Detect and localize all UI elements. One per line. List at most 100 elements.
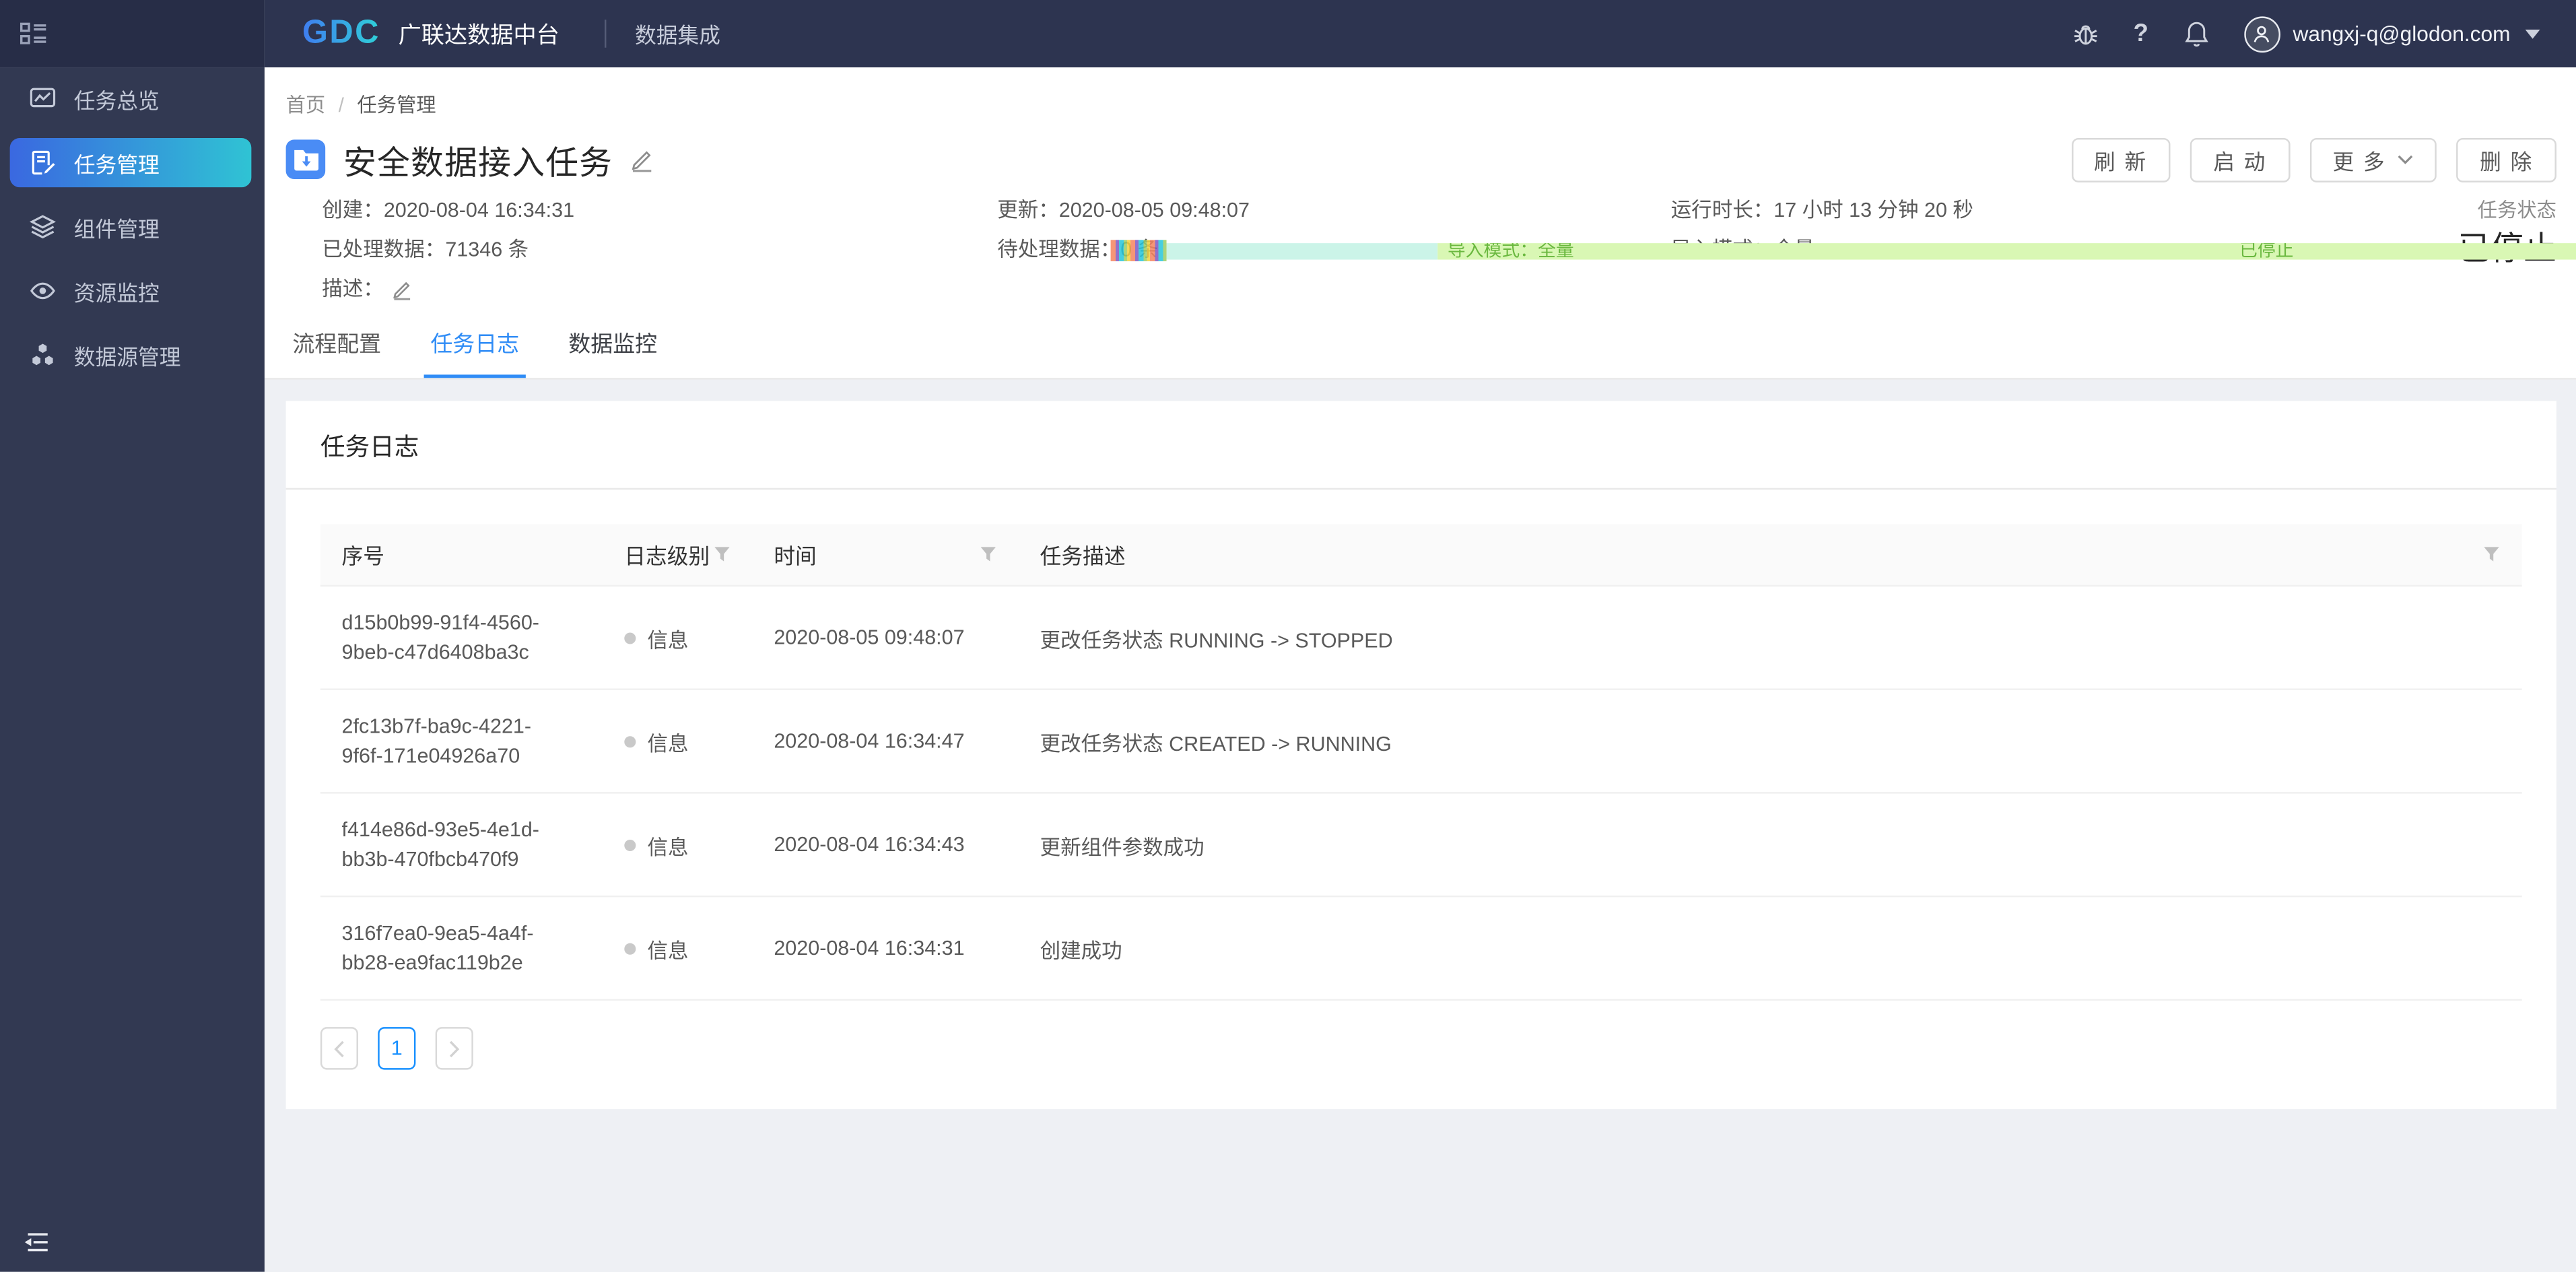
log-table: 序号 日志级别 时间 任务描述 d15b0b99-91f4-4560- 9beb…	[320, 524, 2522, 1001]
breadcrumb-current: 任务管理	[357, 94, 436, 117]
level-dot-icon	[624, 735, 636, 747]
meta-runtime: 运行时长：17 小时 13 分钟 20 秒	[1670, 199, 1973, 222]
top-bar: GDC 广联达数据中台 数据集成 ? wangxj-q@glodon.com	[264, 0, 2576, 68]
log-id: 316f7ea0-9ea5-4a4f-bb28-ea9fac119b2e	[341, 921, 534, 975]
table-row[interactable]: d15b0b99-91f4-4560- 9beb-c47d6408ba3c 信息 …	[320, 587, 2522, 690]
bug-icon[interactable]	[2071, 20, 2099, 47]
meta-processed: 已处理数据：71346 条	[322, 238, 529, 261]
log-time: 2020-08-04 16:34:43	[774, 833, 965, 857]
log-time: 2020-08-04 16:34:47	[774, 729, 965, 753]
level-dot-icon	[624, 632, 636, 644]
sidebar-item-task-overview[interactable]: 任务总览	[10, 74, 252, 123]
sidebar-item-resource-monitor[interactable]: 资源监控	[10, 266, 252, 315]
breadcrumb-home[interactable]: 首页	[286, 94, 326, 116]
breadcrumb-separator: /	[338, 94, 344, 117]
detail-tabs: 流程配置 任务日志 数据监控	[286, 329, 700, 378]
panel-title: 任务日志	[285, 401, 2556, 490]
filter-funnel-icon[interactable]	[2482, 545, 2501, 564]
next-page-button[interactable]	[435, 1027, 473, 1070]
level-dot-icon	[624, 942, 636, 954]
table-header: 序号 日志级别 时间 任务描述	[320, 524, 2522, 587]
delete-button[interactable]: 删 除	[2457, 137, 2556, 182]
sidebar-collapse-icon[interactable]	[23, 1229, 49, 1255]
layers-icon	[29, 213, 56, 240]
meta-description: 描述：	[322, 277, 997, 301]
topbar-right: ? wangxj-q@glodon.com	[2043, 15, 2576, 52]
module-name[interactable]: 数据集成	[635, 18, 720, 49]
sidebar-item-component-management[interactable]: 组件管理	[10, 202, 252, 251]
meta-import-mode: 导入模式：全量	[1670, 238, 1815, 261]
task-meta: 创建：2020-08-04 16:34:31 更新：2020-08-05 09:…	[322, 199, 2554, 300]
log-level: 信息	[603, 794, 753, 896]
log-desc: 更改任务状态 CREATED -> RUNNING	[1040, 732, 1392, 756]
tab-task-log[interactable]: 任务日志	[423, 329, 526, 378]
task-log-panel: 任务日志 序号 日志级别 时间 任务描述 d15b0b99-91f4-4560-…	[285, 401, 2556, 1110]
tab-data-monitor[interactable]: 数据监控	[562, 329, 664, 378]
sidebar-item-datasource-management[interactable]: 数据源管理	[10, 330, 252, 379]
user-email[interactable]: wangxj-q@glodon.com	[2293, 22, 2510, 46]
user-avatar[interactable]	[2243, 15, 2280, 52]
page-title: 安全数据接入任务	[343, 145, 613, 182]
filter-funnel-icon[interactable]	[979, 545, 997, 564]
log-id: 2fc13b7f-ba9c-4221- 9f6f-171e04926a70	[341, 714, 532, 768]
sidebar-item-label: 数据源管理	[73, 344, 181, 369]
meta-pending: 待处理数据：0 条	[997, 238, 1159, 261]
column-header-level: 日志级别	[603, 524, 753, 584]
sidebar-item-label: 组件管理	[73, 215, 160, 241]
log-desc: 更新组件参数成功	[1040, 835, 1205, 859]
app-window: GDC 广联达数据中台 数据集成 ? wangxj-q@glodon.com 任…	[0, 0, 2576, 1272]
edit-description-icon[interactable]	[391, 277, 412, 300]
sidebar-item-label: 任务管理	[73, 152, 160, 177]
action-buttons: 刷 新 启 动 更 多 删 除	[2070, 137, 2556, 182]
task-type-icon	[285, 139, 326, 179]
filter-funnel-icon[interactable]	[713, 545, 731, 564]
user-menu-caret-icon[interactable]	[2525, 28, 2540, 39]
task-edit-icon	[30, 149, 56, 176]
sidebar-header	[0, 0, 265, 68]
meta-updated: 更新：2020-08-05 09:48:07	[997, 199, 1250, 222]
eye-icon	[30, 277, 56, 304]
table-row[interactable]: 2fc13b7f-ba9c-4221- 9f6f-171e04926a70 信息 …	[320, 690, 2522, 794]
log-level: 信息	[603, 587, 753, 688]
chart-icon	[30, 86, 56, 112]
sidebar-item-task-management[interactable]: 任务管理	[9, 137, 252, 188]
log-id: f414e86d-93e5-4e1d-bb3b-470fbcb470f9	[341, 818, 539, 871]
log-time: 2020-08-05 09:48:07	[774, 626, 965, 649]
apps-menu-icon[interactable]	[20, 22, 47, 46]
help-icon[interactable]: ?	[2127, 20, 2155, 47]
status-label: 任务状态	[2477, 199, 2556, 222]
sidebar-item-label: 任务总览	[73, 88, 160, 113]
refresh-button[interactable]: 刷 新	[2070, 137, 2171, 182]
datasource-icon	[30, 342, 56, 368]
task-status: 任务状态 已停止	[2458, 199, 2556, 267]
log-level: 信息	[603, 690, 753, 792]
sidebar-nav: 任务总览 任务管理 组件管理 资源监控 数据源管理	[0, 67, 265, 380]
start-button[interactable]: 启 动	[2190, 137, 2291, 182]
log-id: d15b0b99-91f4-4560- 9beb-c47d6408ba3c	[341, 611, 539, 664]
sidebar: 任务总览 任务管理 组件管理 资源监控 数据源管理	[0, 67, 265, 1272]
table-row[interactable]: f414e86d-93e5-4e1d-bb3b-470fbcb470f9 信息 …	[320, 794, 2522, 898]
log-level: 信息	[603, 897, 753, 999]
task-detail-header: 首页 / 任务管理 安全数据接入任务 刷 新 启 动 更 多 删 除 创建：20…	[264, 67, 2576, 380]
tab-flow-config[interactable]: 流程配置	[286, 329, 388, 378]
topbar-divider	[605, 20, 607, 48]
chevron-down-icon	[2398, 154, 2414, 166]
column-header-time: 时间	[753, 524, 1019, 584]
notification-bell-icon[interactable]	[2183, 20, 2210, 47]
log-time: 2020-08-04 16:34:31	[774, 936, 965, 960]
log-desc: 更改任务状态 RUNNING -> STOPPED	[1040, 628, 1393, 652]
column-header-desc: 任务描述	[1019, 524, 2522, 584]
meta-created: 创建：2020-08-04 16:34:31	[322, 199, 575, 222]
level-dot-icon	[624, 838, 636, 850]
page-number-button[interactable]: 1	[378, 1027, 416, 1070]
log-desc: 创建成功	[1040, 939, 1122, 962]
breadcrumb: 首页 / 任务管理	[286, 67, 2555, 116]
table-row[interactable]: 316f7ea0-9ea5-4a4f-bb28-ea9fac119b2e 信息 …	[320, 897, 2522, 1001]
brand-logo: GDC	[302, 15, 380, 53]
column-header-seq: 序号	[341, 543, 385, 569]
main-content: 首页 / 任务管理 安全数据接入任务 刷 新 启 动 更 多 删 除 创建：20…	[264, 67, 2576, 1272]
prev-page-button[interactable]	[320, 1027, 358, 1070]
edit-title-icon[interactable]	[630, 146, 654, 172]
status-value: 已停止	[2458, 232, 2556, 268]
more-button[interactable]: 更 多	[2309, 137, 2437, 182]
